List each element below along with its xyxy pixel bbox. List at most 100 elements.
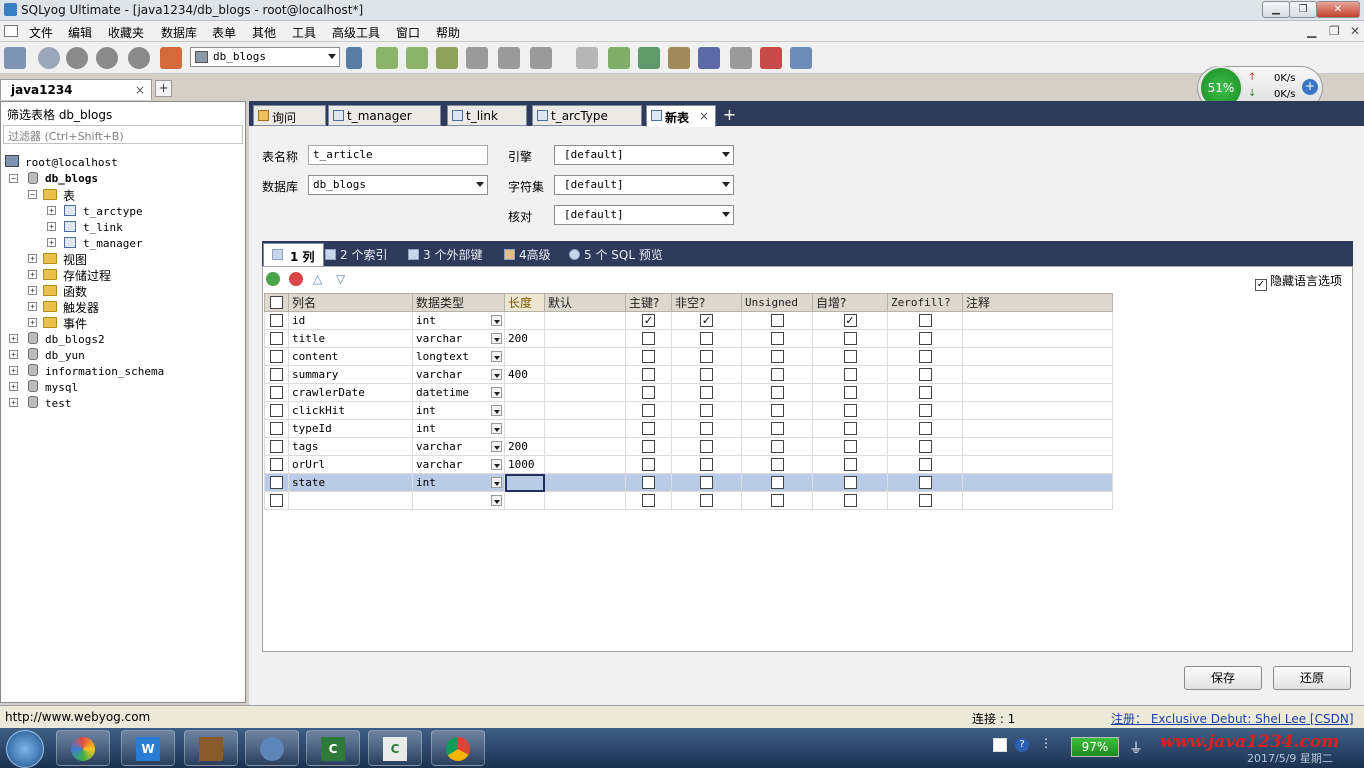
unsigned-checkbox[interactable]: [770, 458, 784, 472]
primary-key-cell[interactable]: [625, 401, 672, 420]
not-null-checkbox[interactable]: [700, 494, 713, 508]
chevron-down-icon[interactable]: [491, 333, 502, 344]
close-icon[interactable]: ×: [699, 109, 709, 123]
column-name-cell[interactable]: summary: [288, 365, 413, 384]
row-select-cell[interactable]: [264, 347, 289, 366]
primary-key-cell[interactable]: [625, 365, 672, 384]
table-row[interactable]: crawlerDate datetime: [264, 383, 1113, 402]
data-type-cell[interactable]: varchar: [412, 455, 505, 474]
not-null-checkbox[interactable]: ✓: [700, 314, 713, 328]
primary-key-cell[interactable]: [625, 455, 672, 474]
chevron-down-icon[interactable]: [491, 477, 502, 488]
backup-icon[interactable]: [376, 47, 398, 69]
data-sync-icon[interactable]: [498, 47, 520, 69]
not-null-cell[interactable]: [671, 455, 742, 474]
unsigned-cell[interactable]: [741, 491, 813, 510]
row-select-cell[interactable]: [264, 383, 289, 402]
tray-overflow-icon[interactable]: ⋮: [1040, 736, 1052, 750]
auto-increment-checkbox[interactable]: [843, 386, 857, 400]
tree-db-active[interactable]: db_blogs: [45, 172, 98, 185]
select-all-cell[interactable]: [264, 293, 289, 312]
expand-icon[interactable]: +: [9, 366, 18, 375]
unsigned-checkbox[interactable]: [770, 368, 784, 382]
unsigned-cell[interactable]: [741, 455, 813, 474]
taskbar-app-camtasia-recorder[interactable]: C: [368, 730, 422, 766]
comment-cell[interactable]: [962, 347, 1113, 366]
taskbar-app-word[interactable]: W: [121, 730, 175, 766]
collation-dropdown[interactable]: [default]: [554, 205, 734, 225]
zerofill-checkbox[interactable]: [918, 422, 932, 436]
column-name-cell[interactable]: tags: [288, 437, 413, 456]
column-name-cell[interactable]: orUrl: [288, 455, 413, 474]
status-registration[interactable]: 注册： Exclusive Debut: Shel Lee [CSDN]: [1111, 710, 1354, 727]
row-select-cell[interactable]: [264, 437, 289, 456]
table-row[interactable]: content longtext: [264, 347, 1113, 366]
unsigned-checkbox[interactable]: [770, 314, 784, 328]
menu-help[interactable]: 帮助: [436, 24, 460, 41]
user-manager-icon[interactable]: [346, 47, 362, 69]
schema-designer-icon[interactable]: [608, 47, 630, 69]
refresh-icon[interactable]: [160, 47, 182, 69]
menu-file[interactable]: 文件: [29, 24, 53, 41]
not-null-checkbox[interactable]: [700, 458, 713, 472]
not-null-cell[interactable]: [671, 329, 742, 348]
auto-increment-checkbox[interactable]: [843, 404, 857, 418]
battery-indicator[interactable]: 97%: [1071, 737, 1119, 757]
row-select-checkbox[interactable]: [270, 386, 283, 400]
zerofill-checkbox[interactable]: [918, 332, 932, 346]
not-null-checkbox[interactable]: [700, 350, 713, 364]
row-select-cell[interactable]: [264, 491, 289, 510]
row-select-checkbox[interactable]: [270, 332, 283, 346]
unsigned-checkbox[interactable]: [770, 386, 784, 400]
restore-icon[interactable]: [406, 47, 428, 69]
auto-increment-checkbox[interactable]: [843, 440, 857, 454]
new-connection-icon[interactable]: [4, 47, 26, 69]
table-row[interactable]: typeId int: [264, 419, 1113, 438]
query-builder-icon[interactable]: [576, 47, 598, 69]
copy-db-icon[interactable]: [530, 47, 552, 69]
auto-increment-checkbox[interactable]: [843, 458, 857, 472]
zerofill-checkbox[interactable]: [918, 314, 932, 328]
header-primary-key[interactable]: 主键?: [625, 293, 672, 312]
expand-icon[interactable]: +: [9, 382, 18, 391]
default-cell[interactable]: [544, 401, 626, 420]
primary-key-cell[interactable]: [625, 437, 672, 456]
expand-icon[interactable]: +: [28, 318, 37, 327]
unsigned-checkbox[interactable]: [770, 476, 784, 490]
not-null-checkbox[interactable]: [700, 440, 713, 454]
taskbar-app-chrome[interactable]: [431, 730, 485, 766]
expand-icon[interactable]: +: [28, 286, 37, 295]
tree-folder-procedures[interactable]: 存储过程: [63, 267, 111, 284]
subtab-indexes[interactable]: 2 个索引: [322, 246, 387, 263]
monitor-icon[interactable]: [730, 47, 752, 69]
primary-key-checkbox[interactable]: [642, 440, 655, 454]
row-select-cell[interactable]: [264, 365, 289, 384]
row-select-checkbox[interactable]: [270, 458, 283, 472]
not-null-cell[interactable]: ✓: [671, 311, 742, 330]
unsigned-cell[interactable]: [741, 401, 813, 420]
schema-sync-icon[interactable]: [466, 47, 488, 69]
default-cell[interactable]: [544, 455, 626, 474]
auto-increment-checkbox[interactable]: [843, 422, 857, 436]
taskbar-app-angular[interactable]: [184, 730, 238, 766]
not-null-cell[interactable]: [671, 473, 742, 492]
auto-increment-checkbox[interactable]: [843, 332, 857, 346]
auto-increment-cell[interactable]: [812, 437, 888, 456]
expand-icon[interactable]: +: [9, 350, 18, 359]
minimize-button[interactable]: ▁: [1262, 1, 1290, 18]
primary-key-checkbox[interactable]: [642, 404, 655, 418]
tree-table-item[interactable]: t_arctype: [83, 205, 143, 218]
table-row[interactable]: id int ✓ ✓ ✓: [264, 311, 1113, 330]
primary-key-checkbox[interactable]: [642, 494, 655, 508]
expand-icon[interactable]: +: [28, 254, 37, 263]
column-name-cell[interactable]: typeId: [288, 419, 413, 438]
start-button[interactable]: [6, 730, 44, 768]
header-unsigned[interactable]: Unsigned: [741, 293, 813, 312]
revert-button[interactable]: 还原: [1273, 666, 1351, 690]
primary-key-cell[interactable]: [625, 329, 672, 348]
execute-edit-icon[interactable]: [96, 47, 118, 69]
job-agent-icon[interactable]: [668, 47, 690, 69]
length-cell[interactable]: [504, 383, 545, 402]
unsigned-checkbox[interactable]: [770, 422, 784, 436]
tree-root[interactable]: root@localhost: [25, 156, 118, 169]
